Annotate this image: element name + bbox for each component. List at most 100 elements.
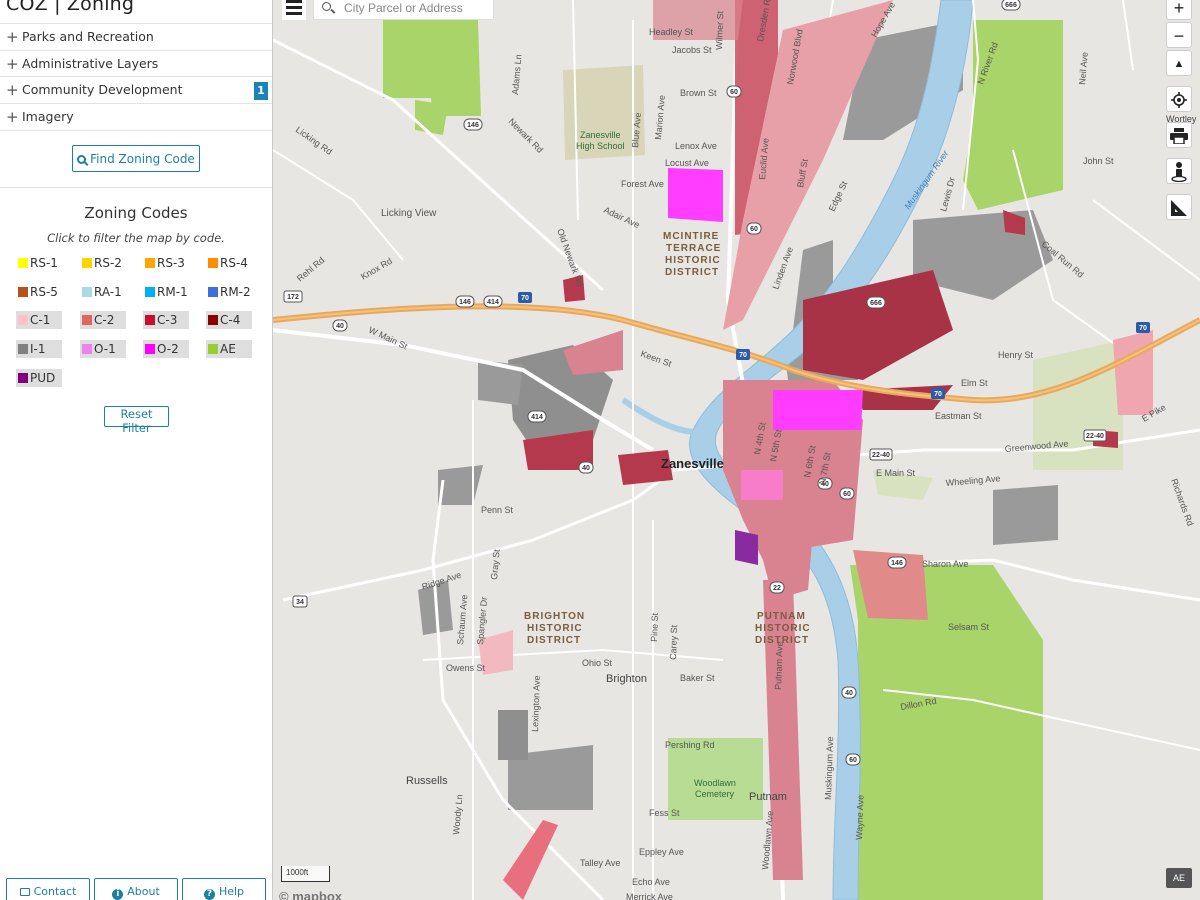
zoom-out-button[interactable]: −	[1166, 22, 1192, 48]
shield-label: 146	[459, 299, 471, 306]
parcel-search-input[interactable]: City Parcel or Address	[313, 0, 494, 20]
locate-icon	[1171, 92, 1187, 108]
shield-label: 172	[287, 294, 299, 301]
color-swatch	[208, 315, 218, 325]
zoom-in-icon: +	[1173, 0, 1185, 18]
zoning-code-c-2[interactable]: C-2	[80, 311, 126, 329]
shield-label: 60	[750, 226, 758, 233]
street-label: Echo Ave	[632, 877, 670, 887]
zoning-code-rs-2[interactable]: RS-2	[80, 254, 126, 272]
plus-icon: +	[6, 55, 19, 73]
street-label: Pine St	[649, 612, 660, 642]
town-label: Russells	[406, 775, 448, 787]
zoning-codes-subtitle: Click to filter the map by code.	[47, 231, 225, 245]
zoning-code-label: RM-2	[220, 285, 251, 299]
scale-bar: 1000ft	[281, 866, 330, 882]
poi-label: High School	[576, 141, 625, 151]
layer-label: Imagery	[22, 109, 74, 124]
zoning-code-o-1[interactable]: O-1	[80, 340, 126, 358]
plus-icon: +	[6, 28, 19, 46]
district-label: PUTNAM	[757, 611, 806, 622]
basemap-badge[interactable]: AE	[1166, 868, 1192, 888]
street-label: Elm St	[961, 378, 988, 388]
app-title: COZ | Zoning	[6, 0, 135, 15]
shield-label: 414	[487, 299, 499, 306]
street-label: Carey St	[668, 624, 679, 660]
street-view-button[interactable]	[1166, 158, 1192, 184]
layer-imagery[interactable]: + Imagery	[0, 103, 272, 130]
zoning-code-o-2[interactable]: O-2	[143, 340, 189, 358]
info-icon: i	[112, 889, 124, 900]
zoning-code-ae[interactable]: AE	[206, 340, 252, 358]
map-canvas[interactable]: 70 70 70 70 40 40 40 40 60 60 60 60 146 …	[273, 0, 1200, 900]
about-button[interactable]: i About	[94, 878, 178, 900]
street-label: Merrick Ave	[626, 892, 673, 900]
search-icon	[322, 2, 331, 11]
zoning-code-c-3[interactable]: C-3	[143, 311, 189, 329]
zoning-code-label: RS-2	[94, 256, 122, 270]
street-label: Headley St	[649, 27, 694, 37]
plus-icon: +	[6, 81, 19, 99]
color-swatch	[82, 258, 92, 268]
street-view-icon	[1171, 162, 1187, 183]
print-button[interactable]	[1166, 122, 1192, 148]
divider	[0, 187, 272, 188]
poi-label: Zanesville	[580, 130, 621, 140]
mapbox-logo: © mapbox	[279, 889, 343, 900]
zoning-code-label: O-1	[94, 342, 116, 356]
zoning-code-label: RS-1	[30, 256, 58, 270]
help-label: Help	[218, 885, 245, 898]
shield-label: 70	[521, 295, 529, 302]
zoning-code-c-1[interactable]: C-1	[16, 311, 62, 329]
shield-label: 60	[730, 89, 738, 96]
zoning-code-rs-5[interactable]: RS-5	[16, 283, 62, 301]
shield-label: 414	[531, 414, 543, 421]
map-view[interactable]: 70 70 70 70 40 40 40 40 60 60 60 60 146 …	[273, 0, 1200, 900]
search-placeholder: City Parcel or Address	[344, 1, 463, 15]
shield-label: 146	[467, 122, 479, 129]
zoning-code-rs-1[interactable]: RS-1	[16, 254, 62, 272]
reset-filter-button[interactable]: Reset Filter	[104, 406, 169, 435]
shield-label: 70	[934, 391, 942, 398]
help-icon: ?	[203, 889, 215, 900]
measure-button[interactable]	[1166, 194, 1192, 220]
locate-button[interactable]	[1166, 86, 1192, 112]
layer-label: Administrative Layers	[22, 56, 159, 71]
street-label: Henry St	[998, 350, 1034, 360]
color-swatch	[208, 258, 218, 268]
zoning-code-pud[interactable]: PUD	[16, 369, 62, 387]
zoning-code-i-1[interactable]: I-1	[16, 340, 62, 358]
find-zoning-code-button[interactable]: Find Zoning Code	[72, 145, 200, 172]
compass-button[interactable]: ▲	[1166, 50, 1192, 76]
zoning-code-label: C-1	[30, 313, 51, 327]
hamburger-icon	[286, 0, 302, 3]
help-button[interactable]: ? Help	[182, 878, 266, 900]
color-swatch	[145, 258, 155, 268]
district-label: HISTORIC	[755, 623, 811, 634]
chat-icon	[19, 888, 30, 896]
divider	[0, 130, 272, 131]
color-swatch	[18, 373, 28, 383]
contact-label: Contact	[33, 885, 77, 898]
contact-button[interactable]: Contact	[6, 878, 90, 900]
zoom-in-button[interactable]: +	[1166, 0, 1192, 20]
layer-parks-and-recreation[interactable]: + Parks and Recreation	[0, 23, 272, 50]
zoning-code-c-4[interactable]: C-4	[206, 311, 252, 329]
street-label: Selsam St	[948, 622, 990, 632]
shield-label: 70	[739, 352, 747, 359]
menu-toggle-button[interactable]	[282, 0, 306, 20]
plus-icon: +	[6, 108, 19, 126]
print-icon	[1170, 128, 1188, 145]
poi-label: Cemetery	[695, 789, 735, 799]
zoning-codes-title: Zoning Codes	[84, 204, 188, 222]
color-swatch	[145, 315, 155, 325]
district-label: HISTORIC	[665, 255, 721, 266]
layer-administrative-layers[interactable]: + Administrative Layers	[0, 50, 272, 77]
zoning-code-rm-1[interactable]: RM-1	[143, 283, 189, 301]
zoning-code-ra-1[interactable]: RA-1	[80, 283, 126, 301]
zoning-code-rs-4[interactable]: RS-4	[206, 254, 252, 272]
zoning-code-rm-2[interactable]: RM-2	[206, 283, 252, 301]
color-swatch	[82, 344, 92, 354]
zoning-code-rs-3[interactable]: RS-3	[143, 254, 189, 272]
layer-community-development[interactable]: + Community Development 1	[0, 76, 272, 103]
